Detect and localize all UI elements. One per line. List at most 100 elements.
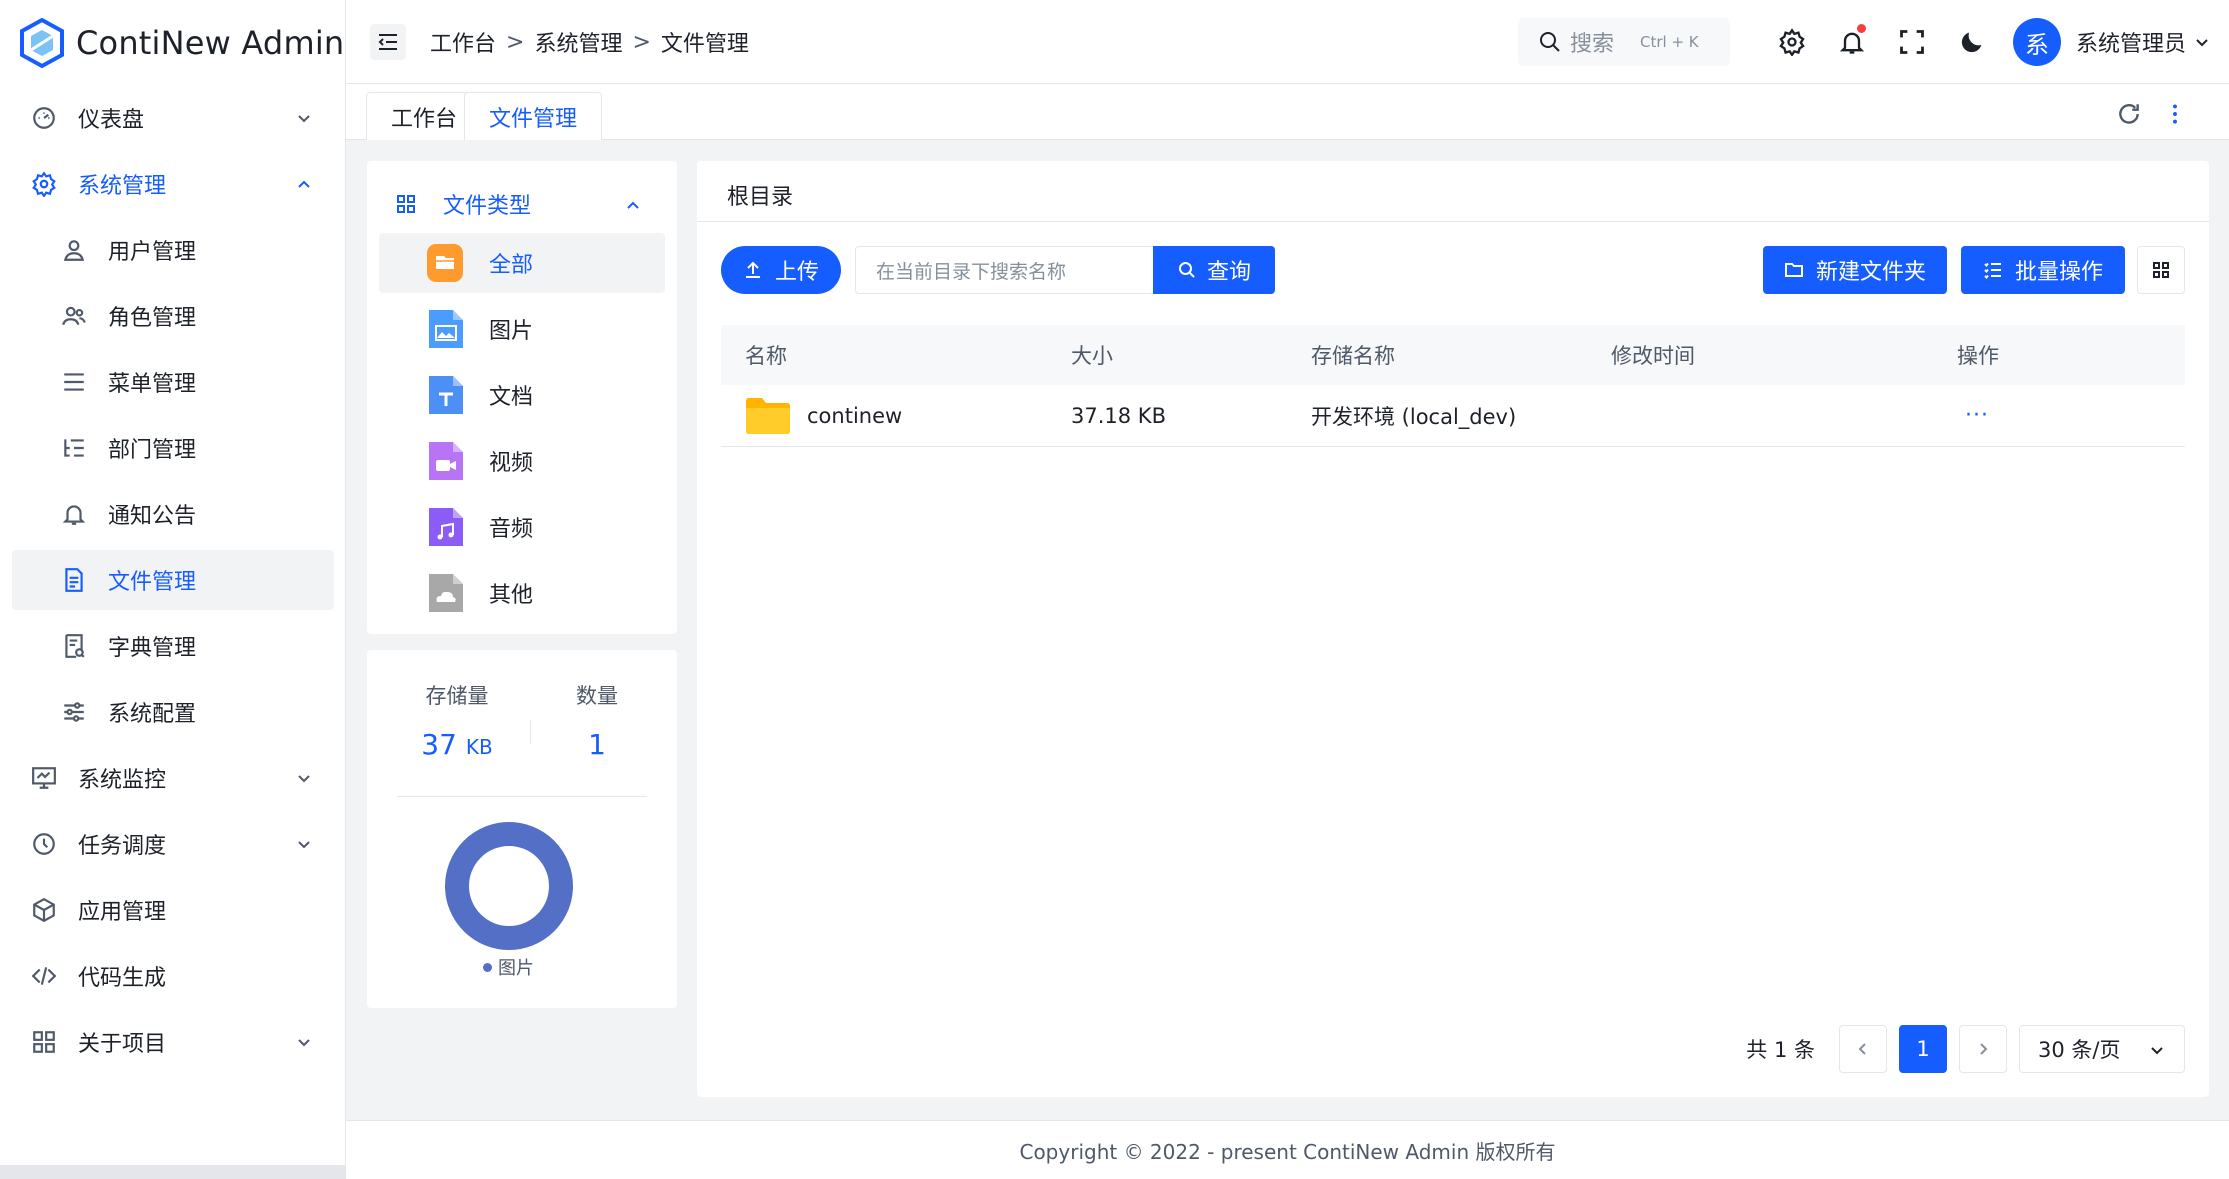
video-file-icon — [425, 440, 465, 482]
storage-size-number: 37 — [421, 728, 457, 761]
new-folder-button[interactable]: 新建文件夹 — [1763, 246, 1947, 294]
folder-icon — [746, 397, 790, 434]
sidebar-item[interactable]: 字典管理 — [12, 616, 334, 676]
chevron-down-icon — [294, 1032, 314, 1052]
user-name: 系统管理员 — [2076, 32, 2187, 57]
cube-icon — [30, 896, 58, 924]
search-shortcut: Ctrl + K — [1640, 33, 1699, 51]
upload-icon — [745, 261, 760, 278]
file-search-input[interactable]: 在当前目录下搜索名称 — [855, 246, 1153, 294]
sidebar-item[interactable]: 菜单管理 — [12, 352, 334, 412]
sidebar-item-label: 代码生成 — [78, 966, 167, 991]
file-type-label: 图片 — [489, 319, 534, 344]
legend-label: 图片 — [498, 958, 534, 979]
sidebar-item[interactable]: 用户管理 — [12, 220, 334, 280]
file-type-label: 文档 — [489, 385, 534, 410]
sidebar-item[interactable]: 系统监控 — [12, 748, 334, 808]
theme-toggle-button[interactable] — [1956, 26, 1988, 58]
breadcrumb: 工作台 > 系统管理 > 文件管理 — [430, 24, 749, 60]
tab-more-button[interactable] — [2161, 100, 2189, 128]
sidebar-item-label: 通知公告 — [108, 504, 197, 529]
row-more-button[interactable]: ··· — [1965, 385, 1989, 446]
document-file-icon — [425, 374, 465, 416]
file-type-label: 其他 — [489, 583, 534, 608]
root-directory-title[interactable]: 根目录 — [727, 179, 793, 211]
sidebar-item[interactable]: 文件管理 — [12, 550, 334, 610]
settings-button[interactable] — [1776, 26, 1808, 58]
batch-label: 批量操作 — [2014, 260, 2103, 285]
file-type-item[interactable]: 全部 — [379, 233, 665, 293]
sidebar-item[interactable]: 任务调度 — [12, 814, 334, 874]
grid-view-button[interactable] — [2137, 246, 2185, 294]
sidebar-item[interactable]: 部门管理 — [12, 418, 334, 478]
query-button[interactable]: 查询 — [1153, 246, 1275, 294]
sidebar-item[interactable]: 系统管理 — [12, 154, 334, 214]
tab-file-management[interactable]: 文件管理 — [464, 92, 603, 140]
sidebar-item[interactable]: 仪表盘 — [12, 88, 334, 148]
legend-dot — [483, 962, 492, 972]
file-count-label: 数量 — [576, 684, 618, 708]
breadcrumb-item-files: 文件管理 — [660, 32, 749, 57]
batch-operation-button[interactable]: 批量操作 — [1961, 246, 2125, 294]
apps-icon — [30, 1028, 58, 1056]
chevron-down-icon — [2151, 1047, 2163, 1055]
storage-divider — [397, 796, 647, 797]
title-divider — [697, 221, 2209, 222]
file-type-panel: 文件类型 全部图片文档视频 音频其他 — [367, 161, 677, 634]
notification-button[interactable] — [1836, 24, 1868, 58]
breadcrumb-item-workbench[interactable]: 工作台 — [430, 26, 496, 58]
sidebar-item[interactable]: 系统配置 — [12, 682, 334, 742]
file-name-cell[interactable]: continew — [745, 385, 902, 446]
header: 工作台 > 系统管理 > 文件管理 搜索 Ctrl + K 系 系统管理员 — [346, 0, 2229, 84]
upload-button[interactable]: 上传 — [721, 246, 841, 294]
collapse-sidebar-button[interactable] — [370, 24, 406, 60]
sidebar-item[interactable]: 通知公告 — [12, 484, 334, 544]
user-menu[interactable]: 系统管理员 — [2076, 26, 2212, 58]
sidebar-item[interactable]: 关于项目 — [12, 1012, 334, 1072]
tab-label: 工作台 — [391, 106, 458, 132]
storage-donut-chart[interactable] — [445, 822, 573, 950]
sidebar-scrollbar[interactable] — [0, 1165, 346, 1179]
folder-icon — [1784, 263, 1803, 277]
stat-divider — [530, 720, 531, 744]
sidebar-item-label: 菜单管理 — [108, 372, 197, 397]
upload-label: 上传 — [774, 260, 819, 285]
chevron-left-icon — [1858, 1043, 1866, 1055]
fullscreen-button[interactable] — [1896, 26, 1928, 58]
global-search[interactable]: 搜索 Ctrl + K — [1518, 18, 1730, 66]
file-count-stat: 数量 1 — [547, 680, 647, 761]
prev-page-button[interactable] — [1839, 1025, 1887, 1073]
search-placeholder: 在当前目录下搜索名称 — [876, 260, 1067, 283]
page-1-button[interactable]: 1 — [1899, 1025, 1947, 1073]
chart-legend[interactable]: 图片 — [483, 954, 534, 980]
page-size-select[interactable]: 30 条/页 — [2019, 1025, 2185, 1073]
file-type-item[interactable]: 其他 — [379, 563, 665, 623]
query-label: 查询 — [1206, 260, 1251, 285]
storage-panel: 存储量 37 KB 数量 1 图片 — [367, 650, 677, 1008]
table-row[interactable]: continew 37.18 KB 开发环境 (local_dev) ··· — [721, 385, 2185, 447]
checklist-icon — [1984, 262, 2001, 280]
logo[interactable]: ContiNew Admin — [20, 16, 344, 70]
sidebar-item[interactable]: 代码生成 — [12, 946, 334, 1006]
dictionary-icon — [60, 632, 88, 660]
file-type-header[interactable]: 文件类型 — [395, 181, 649, 227]
file-type-item[interactable]: 图片 — [379, 299, 665, 359]
all-files-icon — [425, 242, 465, 284]
breadcrumb-item-system[interactable]: 系统管理 — [534, 26, 622, 58]
file-type-item[interactable]: 视频 — [379, 431, 665, 491]
file-type-item[interactable]: 文档 — [379, 365, 665, 425]
refresh-button[interactable] — [2115, 100, 2143, 128]
breadcrumb-separator-icon: > — [632, 29, 651, 55]
donut-slice-image[interactable] — [445, 822, 573, 950]
breadcrumb-separator-icon: > — [506, 29, 525, 55]
file-type-item[interactable]: 音频 — [379, 497, 665, 557]
list-tree-icon — [60, 434, 88, 462]
sidebar-item[interactable]: 应用管理 — [12, 880, 334, 940]
next-page-button[interactable] — [1959, 1025, 2007, 1073]
avatar[interactable]: 系 — [2013, 18, 2061, 66]
sidebar-item[interactable]: 角色管理 — [12, 286, 334, 346]
new-folder-label: 新建文件夹 — [1815, 260, 1926, 285]
footer: Copyright © 2022 - present ContiNew Admi… — [346, 1120, 2229, 1179]
fullscreen-icon — [1900, 30, 1924, 54]
sliders-icon — [60, 698, 88, 726]
